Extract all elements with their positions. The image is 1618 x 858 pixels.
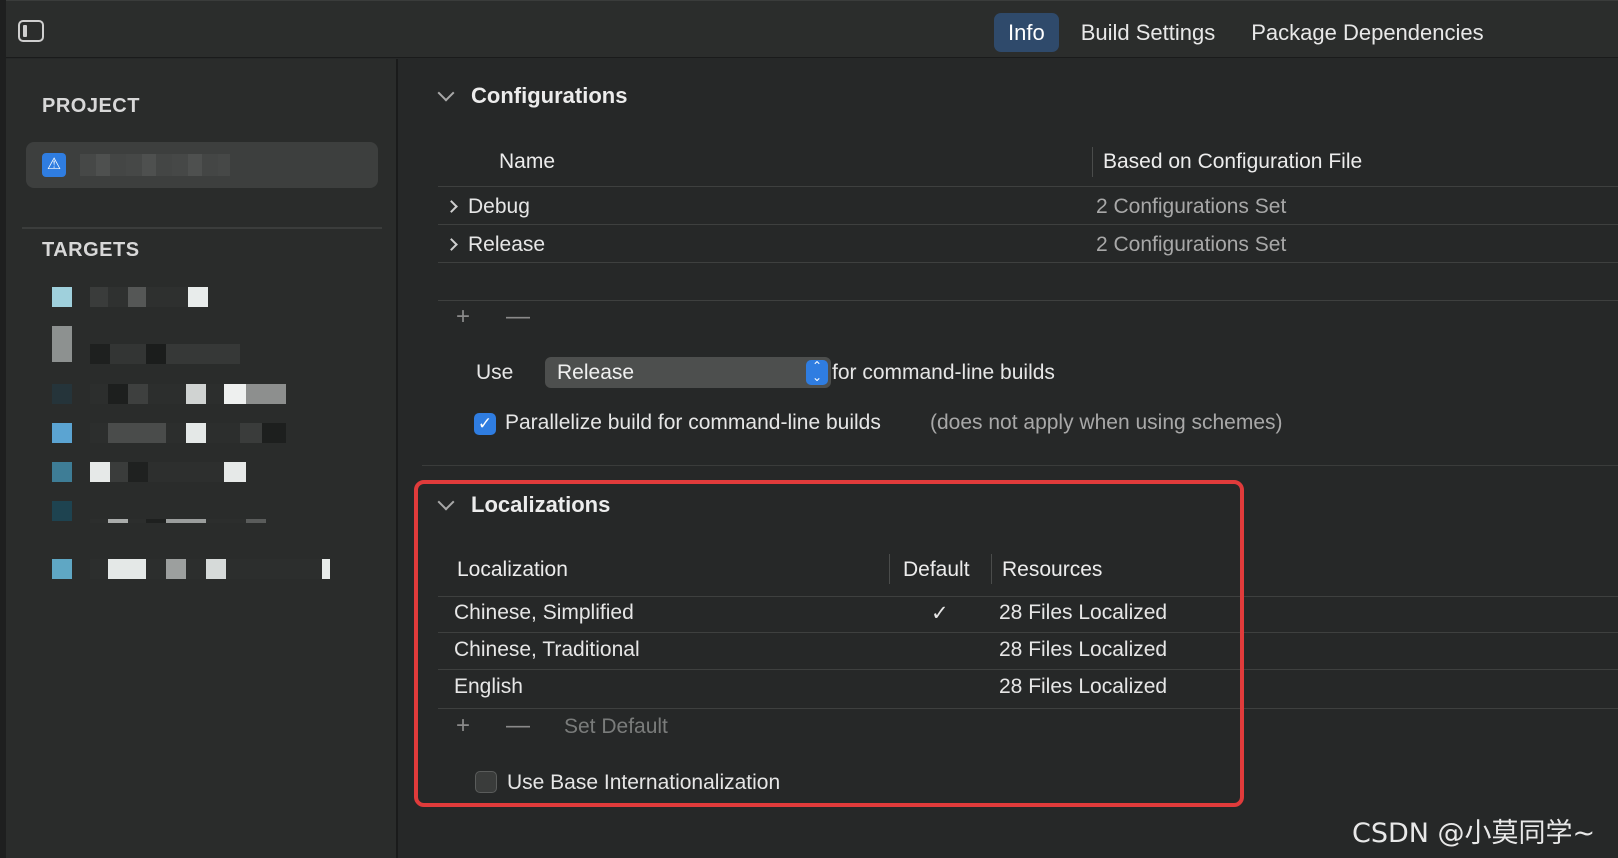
- cli-builds-label: for command-line builds: [832, 361, 1055, 384]
- chevron-right-icon[interactable]: [445, 238, 458, 251]
- section-divider: [422, 465, 1618, 466]
- localizations-title: Localizations: [471, 492, 611, 517]
- tab-build-settings[interactable]: Build Settings: [1067, 13, 1230, 52]
- target-app-icon: [52, 423, 72, 443]
- target-name-redacted: [90, 384, 330, 404]
- config-col-file[interactable]: Based on Configuration File: [1103, 150, 1362, 174]
- row-divider: [438, 669, 1618, 670]
- project-name-redacted: [80, 154, 230, 176]
- config-row-file: 2 Configurations Set: [1096, 233, 1287, 256]
- target-name-redacted: [90, 287, 330, 307]
- tab-package-dependencies[interactable]: Package Dependencies: [1237, 13, 1497, 52]
- target-app-icon: [52, 326, 72, 362]
- loc-row-resources: 28 Files Localized: [999, 675, 1168, 698]
- chevron-updown-icon: ⌃ ⌄: [806, 360, 828, 385]
- project-navigator-sidebar: PROJECT ⚠︎ TARGETS: [6, 59, 398, 858]
- project-info-editor: Configurations Name Based on Configurati…: [400, 59, 1618, 858]
- xcode-project-icon: ⚠︎: [42, 153, 66, 177]
- target-name-redacted: [90, 344, 330, 364]
- table-bottom-divider: [438, 708, 1618, 709]
- sidebar-item-project[interactable]: ⚠︎: [26, 142, 378, 188]
- column-separator[interactable]: [991, 554, 992, 584]
- default-checkmark-icon: ✓: [931, 602, 949, 625]
- remove-configuration-button[interactable]: —: [506, 303, 530, 331]
- loc-row-resources: 28 Files Localized: [999, 601, 1168, 624]
- targets-heading: TARGETS: [42, 239, 140, 261]
- column-separator[interactable]: [889, 554, 890, 584]
- loc-row-name: English: [454, 675, 523, 698]
- config-row-name: Release: [468, 233, 546, 256]
- sidebar-item-target[interactable]: [42, 557, 362, 581]
- editor-tabs: Info Build Settings Package Dependencies: [994, 13, 1498, 52]
- target-name-redacted: [90, 559, 330, 579]
- config-row-name: Debug: [468, 195, 530, 218]
- loc-row-name: Chinese, Simplified: [454, 601, 634, 624]
- localizations-disclosure-icon[interactable]: [437, 493, 455, 511]
- add-localization-button[interactable]: +: [456, 712, 470, 740]
- sidebar-divider: [22, 227, 382, 229]
- parallelize-label[interactable]: Parallelize build for command-line build…: [505, 411, 881, 435]
- row-divider: [438, 224, 1618, 225]
- table-header-divider: [438, 596, 1618, 597]
- sidebar-item-target[interactable]: [42, 382, 362, 406]
- column-separator[interactable]: [1092, 147, 1093, 177]
- configurations-title: Configurations: [471, 83, 628, 108]
- row-divider: [438, 632, 1618, 633]
- loc-row-resources: 28 Files Localized: [999, 638, 1168, 661]
- parallelize-checkbox[interactable]: ✓: [474, 413, 496, 435]
- sidebar-item-target[interactable]: [42, 421, 362, 445]
- table-header-divider: [438, 186, 1618, 187]
- tab-info[interactable]: Info: [994, 13, 1059, 52]
- target-app-icon: [52, 384, 72, 404]
- target-app-icon: [52, 462, 72, 482]
- use-label: Use: [476, 361, 514, 384]
- target-app-icon: [52, 501, 72, 521]
- parallelize-note: (does not apply when using schemes): [930, 411, 1283, 434]
- set-default-button[interactable]: Set Default: [564, 715, 668, 739]
- target-app-icon: [52, 287, 72, 307]
- watermark: CSDN @小莫同学~: [1352, 818, 1596, 849]
- loc-col-resources[interactable]: Resources: [1002, 558, 1102, 582]
- add-configuration-button[interactable]: +: [456, 303, 470, 331]
- editor-toolbar: Info Build Settings Package Dependencies: [6, 0, 1618, 58]
- chevron-right-icon[interactable]: [445, 200, 458, 213]
- sidebar-item-target[interactable]: [42, 499, 362, 523]
- sidebar-item-target[interactable]: [42, 324, 362, 364]
- config-row-file: 2 Configurations Set: [1096, 195, 1287, 218]
- sidebar-item-target[interactable]: [42, 460, 362, 500]
- base-internationalization-checkbox[interactable]: [475, 771, 497, 793]
- configurations-disclosure-icon[interactable]: [437, 84, 455, 102]
- target-name-redacted: [90, 519, 330, 523]
- config-col-name[interactable]: Name: [499, 150, 555, 174]
- row-divider: [438, 262, 1618, 263]
- target-app-icon: [52, 559, 72, 579]
- table-bottom-divider: [438, 300, 1618, 301]
- loc-col-localization[interactable]: Localization: [457, 558, 568, 582]
- sidebar-toggle-icon[interactable]: [18, 20, 44, 42]
- loc-col-default[interactable]: Default: [903, 558, 970, 582]
- selected-config-value: Release: [557, 361, 635, 384]
- sidebar-item-target[interactable]: [42, 285, 362, 309]
- target-name-redacted: [90, 423, 330, 443]
- remove-localization-button[interactable]: —: [506, 712, 530, 740]
- target-name-redacted: [90, 462, 330, 482]
- project-heading: PROJECT: [42, 95, 140, 117]
- command-line-config-select[interactable]: Release ⌃ ⌄: [545, 357, 831, 388]
- loc-row-name: Chinese, Traditional: [454, 638, 640, 661]
- base-internationalization-label[interactable]: Use Base Internationalization: [507, 771, 780, 795]
